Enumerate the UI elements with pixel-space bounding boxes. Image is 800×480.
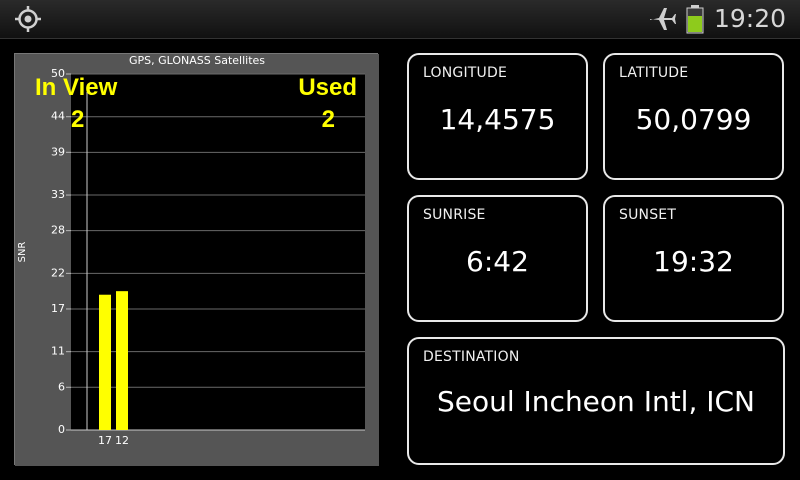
battery-icon: [686, 5, 704, 34]
x-tick-label-12: 12: [115, 434, 129, 447]
longitude-label: LONGITUDE: [423, 65, 507, 81]
used-count: 2: [321, 106, 335, 133]
destination-label: DESTINATION: [423, 349, 520, 365]
y-tick-label: 28: [51, 224, 65, 237]
y-tick-label: 0: [58, 423, 65, 436]
y-axis-label: SNR: [17, 242, 28, 263]
in-view-count: 2: [71, 106, 85, 133]
status-clock: 19:20: [714, 4, 787, 33]
in-view-label: In View: [35, 74, 118, 101]
longitude-card[interactable]: LONGITUDE 14,4575: [407, 53, 588, 180]
sunrise-label: SUNRISE: [423, 207, 486, 223]
snr-bar-17: [99, 294, 111, 430]
y-tick-label: 44: [51, 110, 65, 123]
destination-value: Seoul Incheon Intl, ICN: [436, 385, 756, 418]
latitude-value: 50,0799: [635, 103, 752, 136]
gps-target-icon: [15, 6, 41, 32]
sunset-card[interactable]: SUNSET 19:32: [603, 195, 784, 322]
chart-title: GPS, GLONASS Satellites: [129, 54, 265, 67]
status-bar: 19:20: [0, 0, 800, 39]
satellite-snr-chart: GPS, GLONASS Satellites SNR 0 6 11 17 22 28 33 39…: [14, 53, 379, 466]
y-tick-label: 11: [51, 345, 65, 358]
latitude-label: LATITUDE: [619, 65, 689, 81]
destination-card[interactable]: DESTINATION Seoul Incheon Intl, ICN: [407, 337, 785, 465]
sunset-value: 19:32: [653, 245, 734, 278]
sunrise-card[interactable]: SUNRISE 6:42: [407, 195, 588, 322]
airplane-icon: [650, 8, 676, 30]
used-label: Used: [298, 74, 357, 101]
longitude-value: 14,4575: [439, 103, 556, 136]
snr-bar-12: [116, 291, 128, 430]
latitude-card[interactable]: LATITUDE 50,0799: [603, 53, 784, 180]
sunrise-value: 6:42: [466, 245, 529, 278]
sunset-label: SUNSET: [619, 207, 677, 223]
y-tick-label: 22: [51, 266, 65, 279]
y-tick-label: 33: [51, 188, 65, 201]
y-tick-label: 17: [51, 302, 65, 315]
x-tick-label-17: 17: [98, 434, 112, 447]
y-tick-label: 6: [58, 380, 65, 393]
y-tick-label: 39: [51, 145, 65, 158]
